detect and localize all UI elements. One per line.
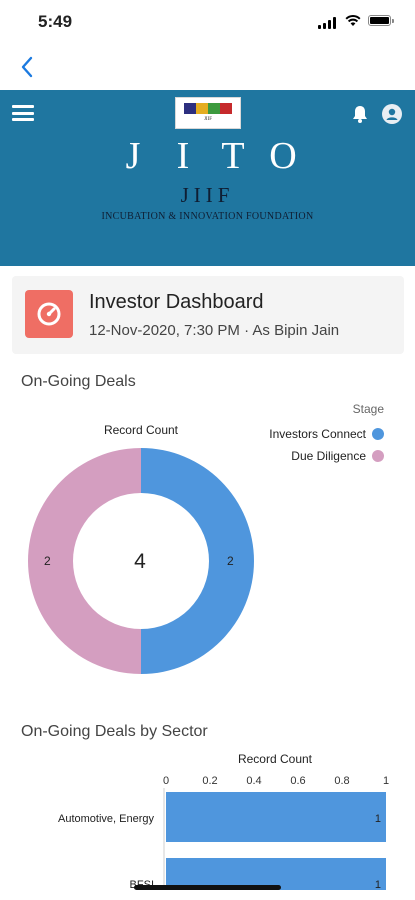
donut-slice-label: 2 bbox=[227, 554, 234, 568]
donut-center-total: 4 bbox=[134, 550, 146, 573]
home-indicator bbox=[134, 885, 281, 890]
x-tick-label: 0.2 bbox=[202, 775, 217, 787]
legend-swatch bbox=[372, 450, 384, 462]
x-tick-label: 0.8 bbox=[334, 775, 349, 787]
logo-letter: I bbox=[176, 135, 190, 177]
donut-slice-label: 2 bbox=[44, 554, 51, 568]
battery-icon bbox=[368, 15, 394, 26]
x-tick-label: 0 bbox=[163, 775, 169, 787]
x-tick-label: 1 bbox=[383, 775, 389, 787]
jito-logo: J I T O bbox=[108, 132, 308, 180]
logo-letter: O bbox=[269, 135, 297, 177]
sector-bar bbox=[166, 792, 386, 842]
legend-swatch bbox=[372, 428, 384, 440]
dashboard-icon-tile bbox=[25, 290, 73, 338]
dashboard-header: Investor Dashboard 12-Nov-2020, 7:30 PM … bbox=[12, 276, 404, 354]
jito-small-logo: JIIF bbox=[175, 97, 241, 129]
x-tick-label: 0.4 bbox=[246, 775, 261, 787]
user-avatar-icon[interactable] bbox=[382, 104, 402, 124]
sector-section-title: On-Going Deals by Sector bbox=[21, 723, 208, 740]
page-title: Investor Dashboard bbox=[89, 291, 264, 313]
legend-title: Stage bbox=[352, 402, 384, 416]
menu-icon[interactable] bbox=[12, 105, 34, 121]
logo-letter: T bbox=[221, 135, 245, 177]
status-time: 5:49 bbox=[38, 12, 73, 31]
legend-label: Investors Connect bbox=[269, 427, 366, 441]
x-tick-label: 0.6 bbox=[290, 775, 305, 787]
small-logo-caption: JIIF bbox=[203, 117, 213, 122]
navigation-bar bbox=[0, 44, 415, 91]
bar-value-label: 1 bbox=[375, 879, 381, 890]
cellular-signal-icon bbox=[318, 17, 338, 29]
logo-tagline: INCUBATION & INNOVATION FOUNDATION bbox=[101, 211, 314, 222]
back-chevron-icon[interactable] bbox=[14, 52, 40, 82]
page-subtitle: 12-Nov-2020, 7:30 PM · As Bipin Jain bbox=[89, 322, 340, 339]
bar-chart-caption: Record Count bbox=[237, 752, 313, 766]
category-label: Automotive, Energy bbox=[58, 813, 154, 825]
status-bar: 5:49 bbox=[0, 0, 415, 44]
sector-bar-chart: 00.20.40.60.81Automotive, Energy1BFSI1 bbox=[58, 775, 389, 890]
logo-letter: J bbox=[125, 135, 141, 177]
bar-value-label: 1 bbox=[375, 813, 381, 825]
donut-caption: Record Count bbox=[103, 423, 179, 437]
logo-subtitle: JIIF bbox=[180, 183, 235, 207]
dashboard-gauge-icon bbox=[37, 302, 61, 326]
wifi-icon bbox=[345, 14, 361, 26]
deals-section-title: On-Going Deals bbox=[21, 373, 136, 390]
notification-bell-icon[interactable] bbox=[351, 104, 369, 124]
